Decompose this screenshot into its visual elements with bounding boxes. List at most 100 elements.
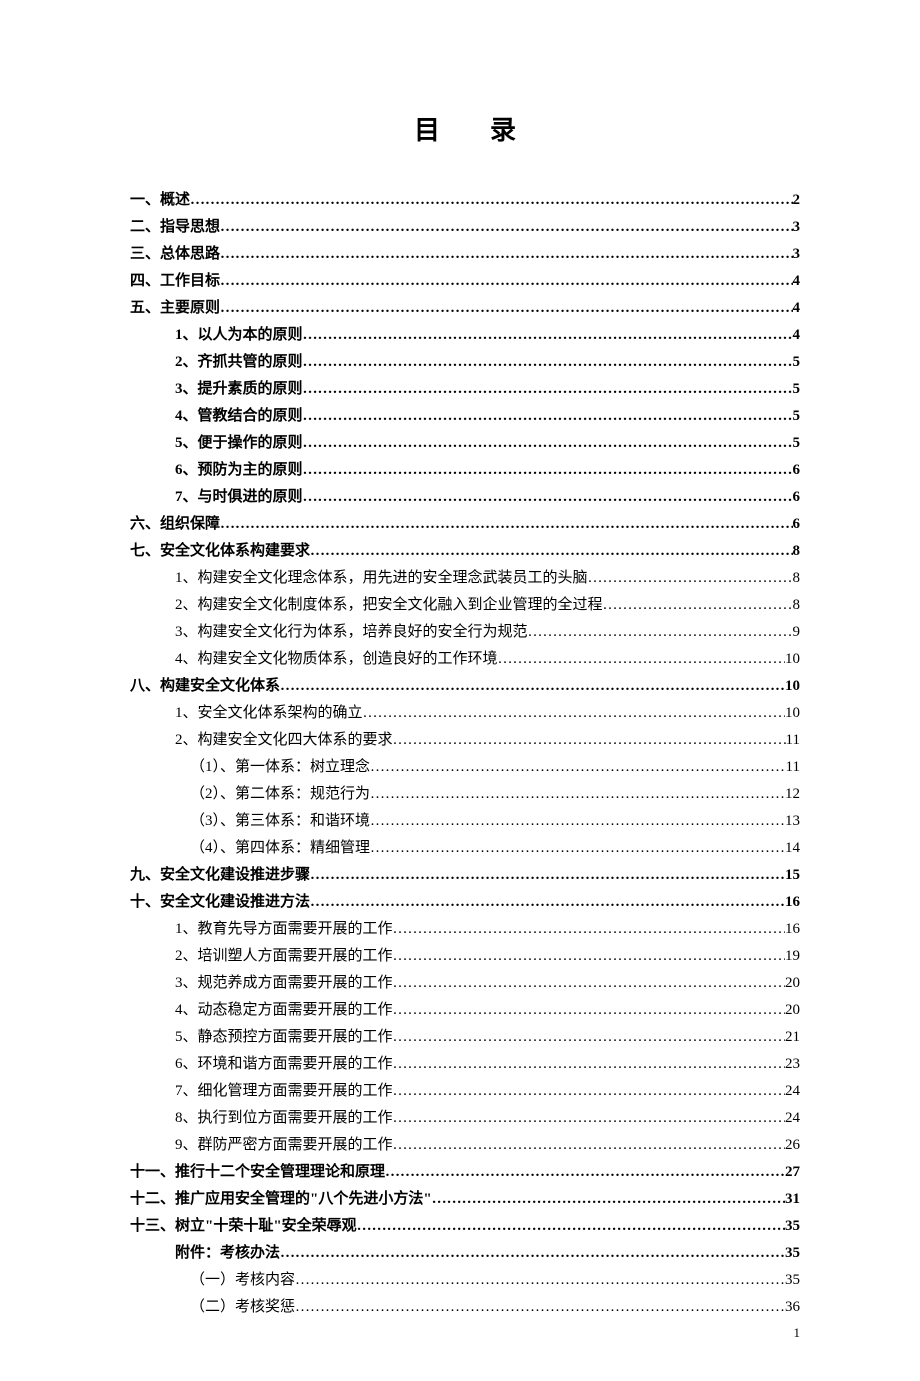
toc-entry: 四、工作目标4: [130, 268, 800, 295]
toc-entry: 2、构建安全文化制度体系，把安全文化融入到企业管理的全过程8: [130, 592, 800, 619]
toc-entry-label: 三、总体思路: [130, 241, 220, 268]
toc-leader-dots: [303, 322, 793, 349]
toc-entry: 4、管教结合的原则5: [130, 403, 800, 430]
toc-entry-page: 14: [785, 835, 800, 862]
toc-leader-dots: [303, 403, 793, 430]
toc-entry: （2）、第二体系：规范行为12: [130, 781, 800, 808]
toc-entry-page: 4: [793, 295, 801, 322]
toc-entry: 4、构建安全文化物质体系，创造良好的工作环境 10: [130, 646, 800, 673]
toc-entry-label: 1、构建安全文化理念体系，用先进的安全理念武装员工的头脑: [175, 565, 588, 592]
toc-leader-dots: [393, 970, 785, 997]
toc-entry-page: 19: [785, 943, 800, 970]
toc-entry-page: 10: [785, 646, 800, 673]
toc-leader-dots: [363, 700, 785, 727]
toc-leader-dots: [370, 835, 785, 862]
toc-entry-page: 36: [785, 1294, 800, 1321]
toc-entry: 7、与时俱进的原则 6: [130, 484, 800, 511]
toc-entry: （1）、第一体系：树立理念 11: [130, 754, 800, 781]
toc-entry: 五、主要原则4: [130, 295, 800, 322]
toc-entry-label: 7、细化管理方面需要开展的工作: [175, 1078, 393, 1105]
toc-leader-dots: [220, 214, 792, 241]
toc-entry-label: 8、执行到位方面需要开展的工作: [175, 1105, 393, 1132]
toc-entry-label: 1、教育先导方面需要开展的工作: [175, 916, 393, 943]
toc-entry-label: 一、概述: [130, 187, 190, 214]
toc-entry-page: 6: [793, 484, 801, 511]
toc-entry-page: 8: [793, 565, 801, 592]
page-number: 1: [794, 1325, 801, 1341]
toc-leader-dots: [220, 241, 792, 268]
toc-leader-dots: [385, 1159, 785, 1186]
toc-entry-label: 附件：考核办法: [175, 1240, 280, 1267]
toc-leader-dots: [528, 619, 793, 646]
toc-leader-dots: [310, 538, 792, 565]
toc-entry-label: （2）、第二体系：规范行为: [190, 781, 370, 808]
toc-leader-dots: [393, 727, 786, 754]
toc-entry-label: （二）考核奖惩: [190, 1294, 295, 1321]
toc-leader-dots: [280, 1240, 785, 1267]
toc-entry: 1、安全文化体系架构的确立10: [130, 700, 800, 727]
toc-entry: 3、构建安全文化行为体系，培养良好的安全行为规范9: [130, 619, 800, 646]
toc-entry: 1、构建安全文化理念体系，用先进的安全理念武装员工的头脑 8: [130, 565, 800, 592]
toc-entry-page: 6: [793, 511, 801, 538]
toc-entry-page: 26: [785, 1132, 800, 1159]
toc-entry-label: 九、安全文化建设推进步骤: [130, 862, 310, 889]
toc-entry-page: 27: [785, 1159, 800, 1186]
toc-entry-page: 4: [793, 322, 801, 349]
toc-entry: 二、指导思想3: [130, 214, 800, 241]
toc-leader-dots: [303, 457, 793, 484]
toc-leader-dots: [280, 673, 785, 700]
toc-entry-label: 4、管教结合的原则: [175, 403, 303, 430]
toc-leader-dots: [432, 1186, 785, 1213]
toc-leader-dots: [370, 754, 786, 781]
toc-entry-label: 十一、推行十二个安全管理理论和原理: [130, 1159, 385, 1186]
toc-entry-label: （1）、第一体系：树立理念: [190, 754, 370, 781]
toc-entry: 三、总体思路3: [130, 241, 800, 268]
toc-entry-label: 六、组织保障: [130, 511, 220, 538]
toc-leader-dots: [393, 943, 785, 970]
toc-leader-dots: [310, 862, 785, 889]
toc-entry: 2、构建安全文化四大体系的要求 11: [130, 727, 800, 754]
toc-entry-label: 八、构建安全文化体系: [130, 673, 280, 700]
toc-entry-page: 8: [793, 538, 801, 565]
toc-entry-page: 11: [786, 754, 800, 781]
toc-title: 目录: [130, 110, 800, 147]
toc-leader-dots: [370, 808, 785, 835]
toc-entry-page: 13: [785, 808, 800, 835]
toc-entry-label: 2、培训塑人方面需要开展的工作: [175, 943, 393, 970]
toc-leader-dots: [498, 646, 785, 673]
toc-entry: 七、安全文化体系构建要求8: [130, 538, 800, 565]
toc-entry: 3、规范养成方面需要开展的工作 20: [130, 970, 800, 997]
toc-leader-dots: [588, 565, 793, 592]
toc-leader-dots: [393, 1024, 785, 1051]
toc-leader-dots: [393, 1105, 785, 1132]
toc-entry-label: 7、与时俱进的原则: [175, 484, 303, 511]
toc-entry-label: 2、构建安全文化四大体系的要求: [175, 727, 393, 754]
toc-entry: 7、细化管理方面需要开展的工作 24: [130, 1078, 800, 1105]
toc-entry: 2、培训塑人方面需要开展的工作 19: [130, 943, 800, 970]
toc-leader-dots: [220, 511, 792, 538]
toc-entry-label: 2、齐抓共管的原则: [175, 349, 303, 376]
toc-entry-label: 5、静态预控方面需要开展的工作: [175, 1024, 393, 1051]
toc-entry: 1、以人为本的原则4: [130, 322, 800, 349]
toc-entry: 6、环境和谐方面需要开展的工作23: [130, 1051, 800, 1078]
toc-leader-dots: [310, 889, 785, 916]
toc-entry: 附件：考核办法35: [130, 1240, 800, 1267]
toc-entry-page: 20: [785, 970, 800, 997]
toc-entry-label: 3、规范养成方面需要开展的工作: [175, 970, 393, 997]
toc-entry-page: 3: [793, 214, 801, 241]
toc-entry: 十二、推广应用安全管理的"八个先进小方法"31: [130, 1186, 800, 1213]
toc-entry: 九、安全文化建设推进步骤 15: [130, 862, 800, 889]
toc-entry: 4、动态稳定方面需要开展的工作20: [130, 997, 800, 1024]
toc-leader-dots: [393, 1132, 785, 1159]
toc-entry: 十、安全文化建设推进方法16: [130, 889, 800, 916]
toc-leader-dots: [220, 268, 792, 295]
toc-entry-label: 4、构建安全文化物质体系，创造良好的工作环境: [175, 646, 498, 673]
toc-entry-page: 8: [793, 592, 801, 619]
toc-entry-page: 11: [786, 727, 800, 754]
toc-entry: （4）、第四体系：精细管理14: [130, 835, 800, 862]
toc-entry: 5、便于操作的原则5: [130, 430, 800, 457]
toc-entry-page: 15: [785, 862, 800, 889]
toc-entry-page: 35: [785, 1213, 800, 1240]
toc-entry-label: 十、安全文化建设推进方法: [130, 889, 310, 916]
toc-entry-page: 24: [785, 1078, 800, 1105]
